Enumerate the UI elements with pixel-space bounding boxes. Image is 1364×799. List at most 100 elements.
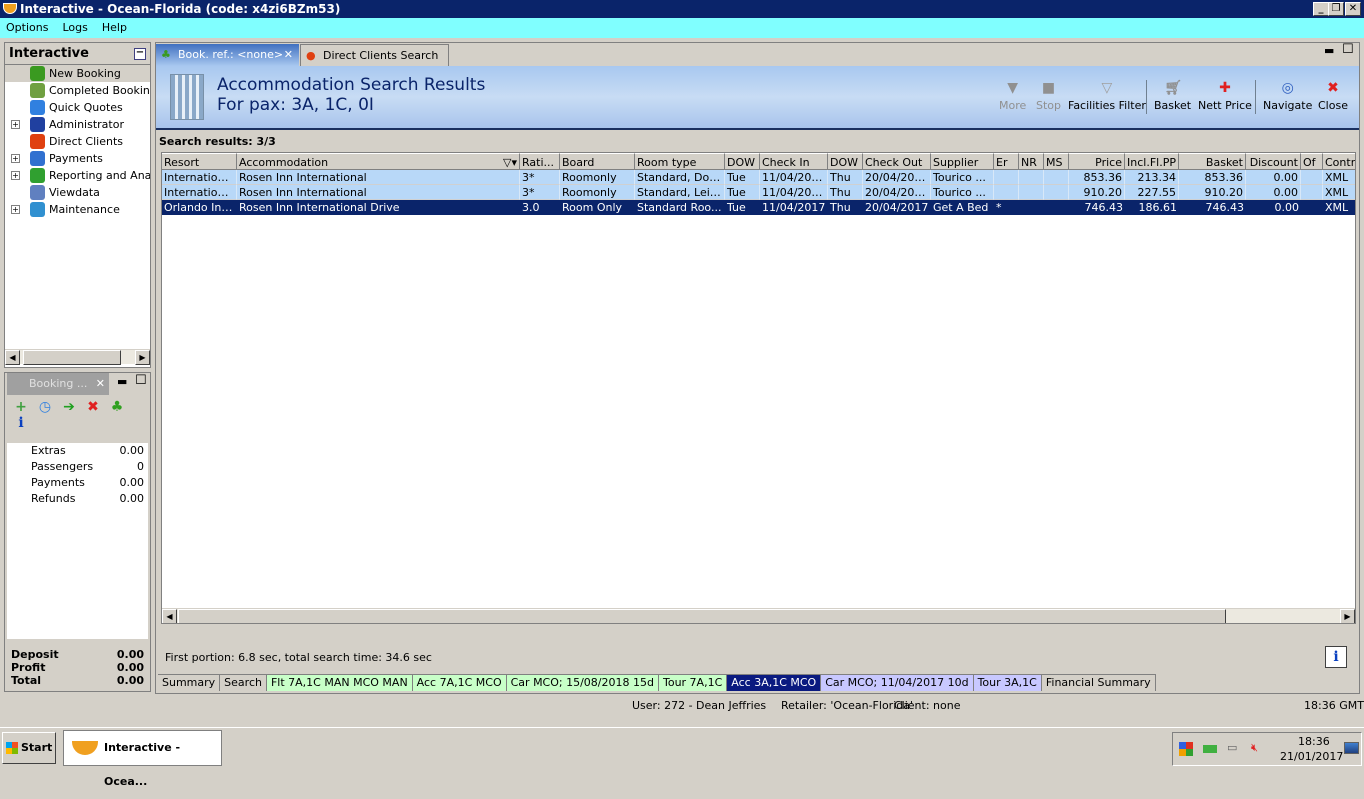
menu-logs[interactable]: Logs [62,21,87,34]
nett-price-button[interactable]: ✚ Nett Price [1198,80,1252,112]
bottom-tab[interactable]: Tour 7A,1C [658,675,728,691]
column-header[interactable]: NR [1019,153,1044,170]
start-button[interactable]: Start [2,732,56,764]
minimize-button[interactable]: _ [1313,2,1329,16]
bottom-tab[interactable]: Car MCO; 15/08/2018 15d [506,675,659,691]
column-header[interactable]: Check In [760,153,828,170]
nav-item[interactable]: Quick Quotes [5,99,150,116]
close-window-button[interactable]: ✕ [1345,2,1361,16]
delete-icon[interactable]: ✖ [85,399,101,415]
tab-booking[interactable]: ♣ Book. ref.: <none> ✕ [156,44,299,66]
menu-options[interactable]: Options [6,21,48,34]
bottom-tab[interactable]: Flt 7A,1C MAN MCO MAN [266,675,413,691]
expand-icon[interactable]: + [11,205,20,214]
maximize-icon[interactable]: ☐ [1342,42,1354,57]
volume-muted-icon[interactable]: 🔇︎ [1251,741,1258,755]
filter-icon[interactable]: ▽▾ [503,154,517,169]
nav-item-label: Administrator [49,118,124,131]
search-timing: First portion: 6.8 sec, total search tim… [165,651,432,664]
scroll-right-icon[interactable]: ▶ [1340,609,1355,623]
minimize-icon[interactable]: ▬ [1324,44,1334,57]
clock-icon[interactable]: ◷ [37,399,53,415]
expand-icon[interactable]: + [11,171,20,180]
table-row[interactable]: International... Rosen Inn International 3… [162,185,1355,200]
show-desktop-icon[interactable] [1344,742,1359,754]
expand-icon[interactable]: + [11,154,20,163]
table-row[interactable]: International... Rosen Inn International 3… [162,170,1355,185]
column-header[interactable]: Discount [1246,153,1301,170]
bottom-tab[interactable]: Financial Summary [1041,675,1156,691]
scroll-left-icon[interactable]: ◀ [5,350,20,365]
menu-help[interactable]: Help [102,21,127,34]
nett-price-icon: ✚ [1219,80,1231,96]
network-card-icon[interactable] [1203,745,1217,753]
column-header[interactable]: Rati... [520,153,560,170]
column-header[interactable]: DOW [725,153,760,170]
booking-tab[interactable]: Booking ... ✕ [7,373,109,395]
column-header[interactable]: Er [994,153,1019,170]
nav-item[interactable]: + Administrator [5,116,150,133]
scroll-thumb[interactable] [178,609,1226,623]
close-tab-icon[interactable]: ✕ [284,44,293,66]
scroll-right-icon[interactable]: ▶ [135,350,150,365]
table-row[interactable]: Orlando Int... Rosen Inn International Dr… [162,200,1355,215]
stop-button[interactable]: ■ Stop [1036,80,1061,112]
bottom-tab[interactable]: Car MCO; 11/04/2017 10d [821,675,974,691]
scroll-left-icon[interactable]: ◀ [162,609,177,623]
nav-item[interactable]: Direct Clients [5,133,150,150]
column-header[interactable]: Room type [635,153,725,170]
maximize-button[interactable]: ❐ [1328,2,1344,16]
column-header[interactable]: DOW [828,153,863,170]
column-header[interactable]: Basket [1179,153,1246,170]
navigate-button[interactable]: ◎ Navigate [1263,80,1312,112]
tab-direct-clients-search[interactable]: ● Direct Clients Search [300,44,449,66]
info-icon[interactable]: i [13,415,29,431]
scroll-thumb[interactable] [23,350,121,365]
column-header[interactable]: Incl.Fl.PP [1125,153,1179,170]
clock-date[interactable]: 21/01/2017 [1280,750,1343,763]
close-icon[interactable]: ✕ [96,373,105,395]
clock-time[interactable]: 18:36 [1298,735,1330,748]
grid-scrollbar[interactable]: ◀ ▶ [162,608,1355,623]
nav-item[interactable]: + Maintenance [5,201,150,218]
nav-item[interactable]: + Payments [5,150,150,167]
bottom-tab[interactable]: Search [220,675,267,691]
network-icon[interactable]: ▭ [1227,741,1237,754]
antivirus-icon[interactable] [1179,742,1193,756]
column-header[interactable]: Contr [1323,153,1355,170]
info-button[interactable]: i [1325,646,1347,668]
collapse-button[interactable]: − [134,48,146,60]
bottom-tab[interactable]: Summary [158,675,221,691]
nav-item[interactable]: Viewdata [5,184,150,201]
bottom-tab[interactable]: Acc 3A,1C MCO [727,675,822,691]
column-header[interactable]: Price [1069,153,1125,170]
basket-transfer-icon[interactable]: ➔ [61,399,77,415]
table-cell: International... [162,185,237,200]
bottom-tab[interactable]: Acc 7A,1C MCO [412,675,507,691]
row-value: 0.00 [119,492,145,505]
palm-icon[interactable]: ♣ [109,399,125,415]
facilities-filter-button[interactable]: ▽ Facilities Filter [1068,80,1146,112]
more-button[interactable]: ▼ More [999,80,1026,112]
column-header[interactable]: Of [1301,153,1323,170]
bottom-tab[interactable]: Tour 3A,1C [973,675,1042,691]
booking-totals: Deposit 0.00 Profit 0.00 Total 0.00 [5,648,150,687]
expand-icon[interactable]: + [11,120,20,129]
taskbar-app-button[interactable]: Interactive - Ocea... [63,730,222,788]
nav-item[interactable]: New Booking [5,65,150,82]
close-button[interactable]: ✖ Close [1318,80,1348,112]
nav-item[interactable]: Completed Bookings [5,82,150,99]
add-icon[interactable]: + [13,399,29,415]
column-header[interactable]: Check Out [863,153,931,170]
column-header[interactable]: Resort [162,153,237,170]
column-header[interactable]: Board [560,153,635,170]
minimize-icon[interactable]: ▬ [117,375,127,388]
nav-scrollbar[interactable]: ◀ ▶ [5,349,150,365]
nav-item[interactable]: + Reporting and Analytics [5,167,150,184]
basket-button[interactable]: 🛒︎ Basket [1154,80,1191,112]
total-label: Total [11,674,42,687]
maximize-icon[interactable]: ☐ [135,373,147,388]
column-header[interactable]: Accommodation ▽▾ [237,153,520,170]
column-header[interactable]: Supplier [931,153,994,170]
column-header[interactable]: MS [1044,153,1069,170]
